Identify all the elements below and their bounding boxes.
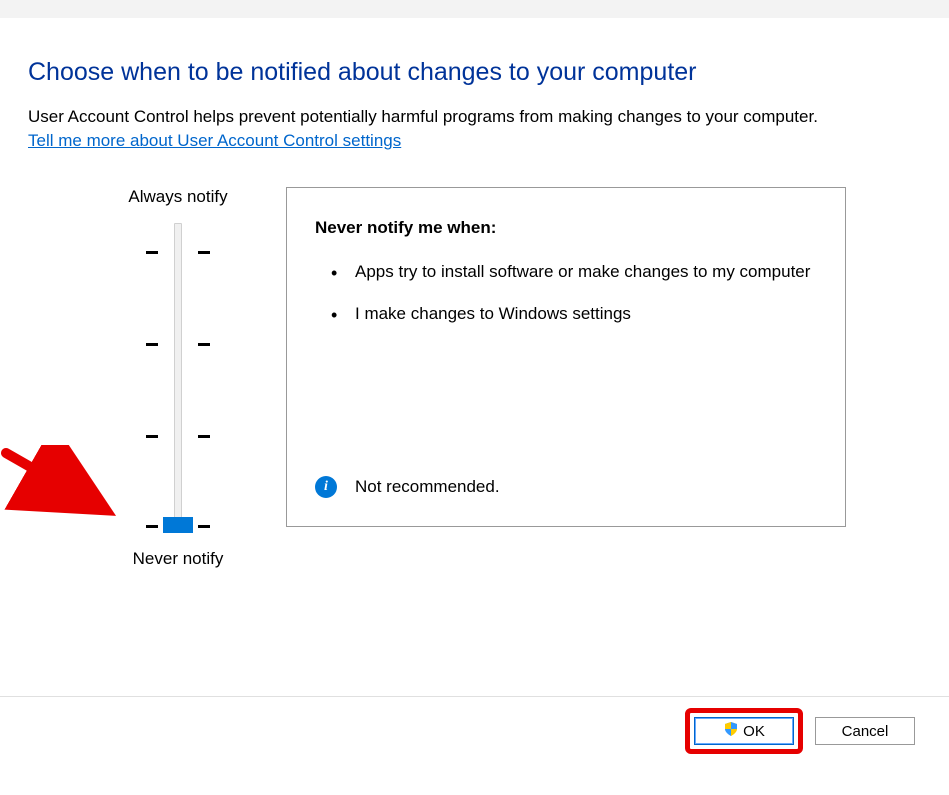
cancel-button-label: Cancel: [842, 723, 889, 740]
slider-tick-icon: [198, 343, 210, 346]
panel-title: Never notify me when:: [315, 218, 817, 238]
panel-list-item: I make changes to Windows settings: [339, 302, 817, 327]
slider-tick-icon: [146, 343, 158, 346]
slider-tick-icon: [146, 525, 158, 528]
divider: [0, 696, 949, 697]
slider-label-never: Never notify: [88, 549, 268, 569]
shield-icon: [723, 721, 739, 741]
slider-thumb[interactable]: [163, 517, 193, 533]
page-heading: Choose when to be notified about changes…: [28, 58, 921, 87]
help-link[interactable]: Tell me more about User Account Control …: [28, 131, 401, 151]
slider-tick-icon: [198, 435, 210, 438]
info-icon: i: [315, 476, 337, 498]
panel-list-item: Apps try to install software or make cha…: [339, 260, 817, 285]
cancel-button[interactable]: Cancel: [815, 717, 915, 745]
slider-track: [174, 223, 182, 533]
slider-label-always: Always notify: [88, 187, 268, 207]
ok-button[interactable]: OK: [694, 717, 794, 745]
ok-button-label: OK: [743, 723, 765, 740]
page-description: User Account Control helps prevent poten…: [28, 105, 921, 129]
notification-detail-panel: Never notify me when: Apps try to instal…: [286, 187, 846, 527]
recommendation-text: Not recommended.: [355, 477, 500, 497]
window-top-bar: [0, 0, 949, 18]
slider-tick-icon: [146, 251, 158, 254]
slider-tick-icon: [198, 251, 210, 254]
slider-tick-icon: [146, 435, 158, 438]
uac-slider[interactable]: [138, 223, 218, 533]
slider-tick-icon: [198, 525, 210, 528]
annotation-highlight: OK: [685, 708, 803, 754]
